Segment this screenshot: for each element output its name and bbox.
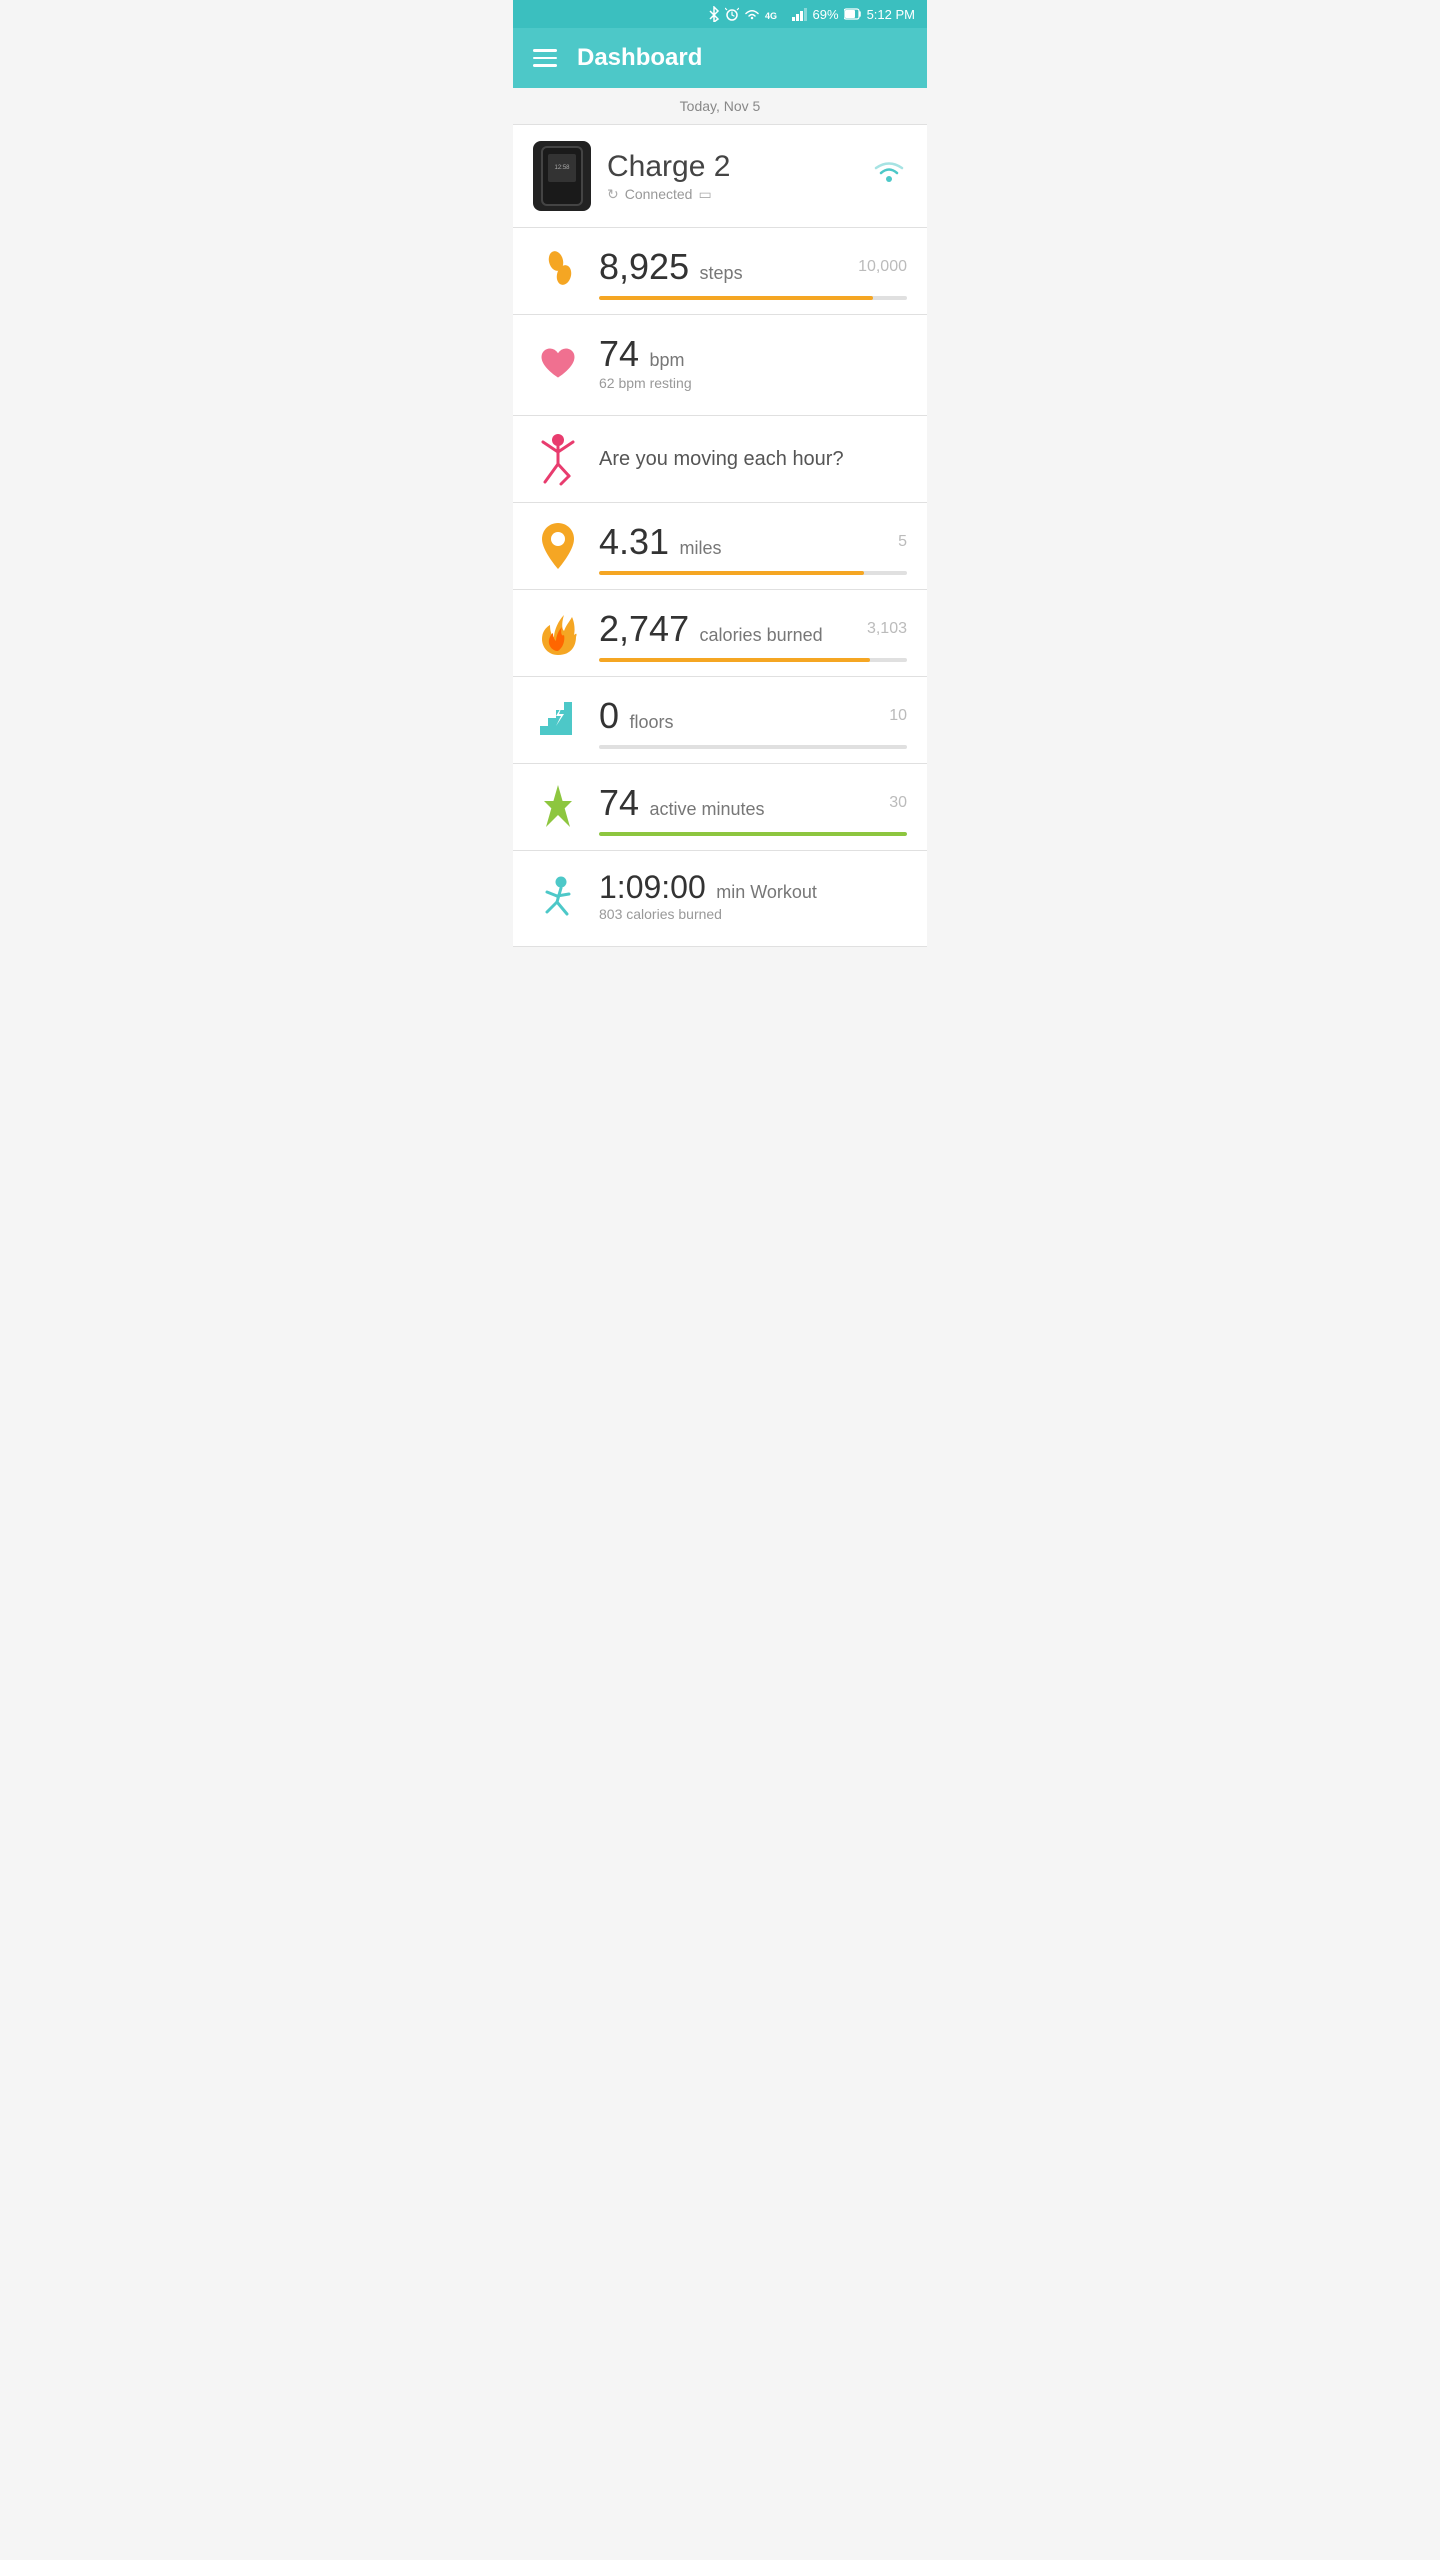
distance-progress-fill — [599, 571, 864, 575]
device-info: Charge 2 ↻ Connected ▭ — [607, 150, 730, 203]
calories-icon — [533, 608, 583, 658]
heart-sub: 62 bpm resting — [599, 375, 907, 391]
heart-content: 74 bpm 62 bpm resting — [599, 333, 907, 397]
steps-icon — [533, 246, 583, 296]
floors-progress-bg — [599, 745, 907, 749]
device-status: ↻ Connected ▭ — [607, 186, 730, 203]
signal-icon: 4G — [765, 8, 787, 21]
menu-button[interactable] — [533, 49, 557, 67]
device-name: Charge 2 — [607, 150, 730, 184]
heart-value: 74 — [599, 333, 639, 374]
move-text: Are you moving each hour? — [599, 448, 844, 470]
active-icon — [533, 782, 583, 832]
active-goal: 30 — [889, 794, 907, 812]
app-title: Dashboard — [577, 44, 702, 72]
workout-row[interactable]: 1:09:00 min Workout 803 calories burned — [513, 851, 927, 947]
signal-bars-icon — [792, 8, 808, 21]
steps-progress-bg — [599, 296, 907, 300]
floors-goal: 10 — [889, 707, 907, 725]
calories-unit: calories burned — [700, 625, 823, 645]
active-content: 74 active minutes 30 — [599, 782, 907, 836]
move-content: Are you moving each hour? — [599, 448, 907, 471]
distance-value: 4.31 — [599, 521, 669, 562]
device-left: 12:58 Charge 2 ↻ Connected ▭ — [533, 141, 730, 211]
sync-icon: ↻ — [607, 186, 619, 203]
floors-unit: floors — [629, 712, 673, 732]
steps-unit: steps — [700, 263, 743, 283]
workout-unit: min Workout — [716, 882, 817, 902]
workout-value: 1:09:00 — [599, 869, 706, 905]
calories-goal: 3,103 — [867, 620, 907, 638]
active-progress-fill — [599, 832, 907, 836]
battery-icon — [844, 8, 862, 20]
heart-icon — [533, 340, 583, 390]
floors-content: 0 floors 10 — [599, 695, 907, 749]
device-sync-icon — [871, 159, 907, 193]
steps-value: 8,925 — [599, 246, 689, 287]
move-row[interactable]: Are you moving each hour? — [513, 416, 927, 503]
active-progress-bg — [599, 832, 907, 836]
app-bar: Dashboard — [513, 28, 927, 88]
active-minutes-row[interactable]: 74 active minutes 30 — [513, 764, 927, 851]
workout-sub: 803 calories burned — [599, 906, 907, 922]
distance-goal: 5 — [898, 533, 907, 551]
heart-unit: bpm — [650, 350, 685, 370]
device-battery-icon: ▭ — [698, 186, 711, 203]
active-value: 74 — [599, 782, 639, 823]
calories-value: 2,747 — [599, 608, 689, 649]
svg-text:4G: 4G — [765, 11, 777, 21]
distance-progress-bg — [599, 571, 907, 575]
calories-row[interactable]: 2,747 calories burned 3,103 — [513, 590, 927, 677]
calories-content: 2,747 calories burned 3,103 — [599, 608, 907, 662]
location-icon — [533, 521, 583, 571]
steps-progress-fill — [599, 296, 873, 300]
steps-row[interactable]: 8,925 steps 10,000 — [513, 228, 927, 315]
device-connection-status: Connected — [625, 186, 693, 202]
steps-content: 8,925 steps 10,000 — [599, 246, 907, 300]
distance-unit: miles — [680, 538, 722, 558]
wifi-icon — [744, 8, 760, 20]
distance-content: 4.31 miles 5 — [599, 521, 907, 575]
move-icon — [533, 434, 583, 484]
date-header: Today, Nov 5 — [513, 88, 927, 125]
floors-row[interactable]: 0 floors 10 — [513, 677, 927, 764]
workout-content: 1:09:00 min Workout 803 calories burned — [599, 869, 907, 928]
device-image: 12:58 — [533, 141, 591, 211]
status-icons: 4G 69% 5:12 PM — [708, 6, 915, 22]
device-card[interactable]: 12:58 Charge 2 ↻ Connected ▭ — [513, 125, 927, 228]
bluetooth-icon — [708, 6, 720, 22]
floors-icon — [533, 695, 583, 745]
floors-value: 0 — [599, 695, 619, 736]
alarm-icon — [725, 7, 739, 21]
heart-rate-row[interactable]: 74 bpm 62 bpm resting — [513, 315, 927, 416]
active-unit: active minutes — [650, 799, 765, 819]
steps-goal: 10,000 — [858, 258, 907, 276]
time: 5:12 PM — [867, 7, 915, 22]
distance-row[interactable]: 4.31 miles 5 — [513, 503, 927, 590]
battery-percent: 69% — [813, 7, 839, 22]
calories-progress-fill — [599, 658, 870, 662]
workout-icon — [533, 874, 583, 924]
calories-progress-bg — [599, 658, 907, 662]
status-bar: 4G 69% 5:12 PM — [513, 0, 927, 28]
